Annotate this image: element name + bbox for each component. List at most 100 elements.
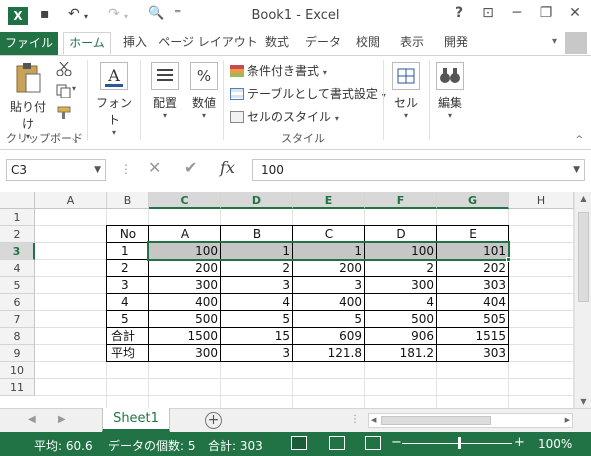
- editing-button[interactable]: 編集 ▾: [430, 62, 470, 120]
- sheet-next-icon[interactable]: ▶: [58, 414, 66, 425]
- formula-expand-icon[interactable]: ▼: [573, 160, 580, 180]
- horizontal-scrollbar[interactable]: ◀ ▶: [368, 413, 573, 428]
- table-cell[interactable]: 300: [149, 345, 221, 362]
- copy-dropdown-icon[interactable]: ▾: [72, 84, 76, 93]
- row-header-5[interactable]: 5: [0, 277, 35, 294]
- fill-handle[interactable]: [506, 257, 511, 262]
- font-dropdown-icon[interactable]: ▾: [92, 128, 136, 137]
- user-avatar[interactable]: [565, 32, 587, 54]
- collapse-ribbon-icon[interactable]: ▾: [552, 36, 557, 47]
- table-cell[interactable]: 121.8: [293, 345, 365, 362]
- row-header-8[interactable]: 8: [0, 328, 35, 345]
- row-header-2[interactable]: 2: [0, 226, 35, 243]
- table-cell[interactable]: 2: [107, 260, 149, 277]
- table-cell[interactable]: 合計: [107, 328, 149, 345]
- font-button[interactable]: A フォント ▾: [92, 62, 136, 137]
- row-header-3[interactable]: 3: [0, 243, 35, 260]
- row-header-10[interactable]: 10: [0, 362, 35, 379]
- table-cell[interactable]: 200: [293, 260, 365, 277]
- column-header-c[interactable]: C: [149, 192, 221, 209]
- horizontal-scroll-thumb[interactable]: [381, 416, 491, 425]
- restore-icon[interactable]: ❐: [534, 5, 558, 21]
- sheet-prev-icon[interactable]: ◀: [28, 414, 36, 425]
- format-as-table-button[interactable]: テーブルとして書式設定 ▾: [230, 85, 386, 102]
- table-cell[interactable]: 3: [221, 345, 293, 362]
- number-button[interactable]: % 数値 ▾: [182, 62, 226, 120]
- table-cell[interactable]: 5: [293, 311, 365, 328]
- table-cell[interactable]: 400: [149, 294, 221, 311]
- table-header-cell[interactable]: No: [107, 226, 149, 243]
- table-cell[interactable]: 2: [221, 260, 293, 277]
- scroll-right-icon[interactable]: ▶: [565, 416, 570, 424]
- zoom-in-icon[interactable]: +: [514, 435, 525, 450]
- scroll-down-icon[interactable]: ▼: [575, 397, 591, 406]
- table-cell[interactable]: 505: [437, 311, 509, 328]
- close-icon[interactable]: ✕: [563, 5, 587, 21]
- scroll-left-icon[interactable]: ◀: [371, 416, 376, 424]
- page-layout-view-icon[interactable]: [329, 436, 345, 450]
- column-header-g[interactable]: G: [437, 192, 509, 209]
- enter-icon[interactable]: ✔: [184, 158, 197, 177]
- cells-dropdown-icon[interactable]: ▾: [386, 111, 426, 120]
- row-header-7[interactable]: 7: [0, 311, 35, 328]
- table-cell[interactable]: 3: [221, 277, 293, 294]
- table-cell[interactable]: 5: [221, 311, 293, 328]
- name-box-dropdown-icon[interactable]: ▼: [94, 160, 101, 180]
- table-cell[interactable]: 300: [365, 277, 437, 294]
- format-painter-icon[interactable]: [56, 106, 72, 120]
- table-cell[interactable]: 4: [107, 294, 149, 311]
- formula-input[interactable]: 100 ▼: [252, 159, 585, 181]
- column-header-h[interactable]: H: [509, 192, 574, 209]
- table-cell[interactable]: 303: [437, 345, 509, 362]
- select-all-corner[interactable]: [0, 192, 35, 209]
- tab-file[interactable]: ファイル: [0, 32, 58, 55]
- page-break-preview-icon[interactable]: [365, 436, 381, 450]
- row-header-4[interactable]: 4: [0, 260, 35, 277]
- tab-formulas[interactable]: 数式: [259, 32, 295, 55]
- table-cell[interactable]: 181.2: [365, 345, 437, 362]
- insert-function-icon[interactable]: fx: [220, 158, 235, 177]
- cancel-icon[interactable]: ✕: [148, 158, 161, 177]
- ribbon-display-options-icon[interactable]: ⊡: [476, 5, 500, 21]
- table-cell[interactable]: 3: [293, 277, 365, 294]
- alignment-button[interactable]: 配置 ▾: [143, 62, 187, 120]
- zoom-out-icon[interactable]: −: [391, 435, 402, 450]
- row-header-1[interactable]: 1: [0, 209, 35, 226]
- alignment-dropdown-icon[interactable]: ▾: [143, 111, 187, 120]
- column-header-e[interactable]: E: [293, 192, 365, 209]
- minimize-icon[interactable]: ─: [505, 5, 529, 21]
- editing-dropdown-icon[interactable]: ▾: [430, 111, 470, 120]
- table-cell[interactable]: 300: [149, 277, 221, 294]
- row-header-11[interactable]: 11: [0, 379, 35, 396]
- table-cell[interactable]: 1: [107, 243, 149, 260]
- cut-icon[interactable]: [56, 62, 72, 76]
- table-cell[interactable]: 200: [149, 260, 221, 277]
- clipboard-launcher-icon[interactable]: ↘: [71, 136, 78, 145]
- sheet-tab-sheet1[interactable]: Sheet1: [102, 408, 170, 432]
- collapse-ribbon-caret-icon[interactable]: ^: [575, 135, 583, 145]
- table-cell[interactable]: 平均: [107, 345, 149, 362]
- table-cell[interactable]: 1500: [149, 328, 221, 345]
- normal-view-icon[interactable]: [291, 436, 307, 450]
- table-cell[interactable]: 609: [293, 328, 365, 345]
- vertical-scroll-thumb[interactable]: [578, 212, 589, 302]
- column-header-d[interactable]: D: [221, 192, 293, 209]
- cell-styles-button[interactable]: セルのスタイル ▾: [230, 108, 339, 125]
- scroll-up-icon[interactable]: ▲: [575, 194, 591, 203]
- help-icon[interactable]: ?: [447, 5, 471, 21]
- column-header-a[interactable]: A: [35, 192, 107, 209]
- zoom-level[interactable]: 100%: [538, 437, 572, 451]
- name-box[interactable]: C3 ▼: [6, 159, 106, 181]
- table-cell[interactable]: 400: [293, 294, 365, 311]
- copy-icon[interactable]: [56, 84, 72, 98]
- number-dropdown-icon[interactable]: ▾: [182, 111, 226, 120]
- tab-review[interactable]: 校閲: [350, 32, 386, 55]
- tab-developer[interactable]: 開発: [438, 32, 474, 55]
- table-cell[interactable]: 906: [365, 328, 437, 345]
- tab-home[interactable]: ホーム: [63, 32, 111, 55]
- add-sheet-icon[interactable]: +: [205, 412, 222, 429]
- column-header-b[interactable]: B: [107, 192, 149, 209]
- tab-view[interactable]: 表示: [394, 32, 430, 55]
- tab-page-layout[interactable]: ページ レイアウト: [158, 32, 258, 55]
- tab-insert[interactable]: 挿入: [116, 32, 154, 55]
